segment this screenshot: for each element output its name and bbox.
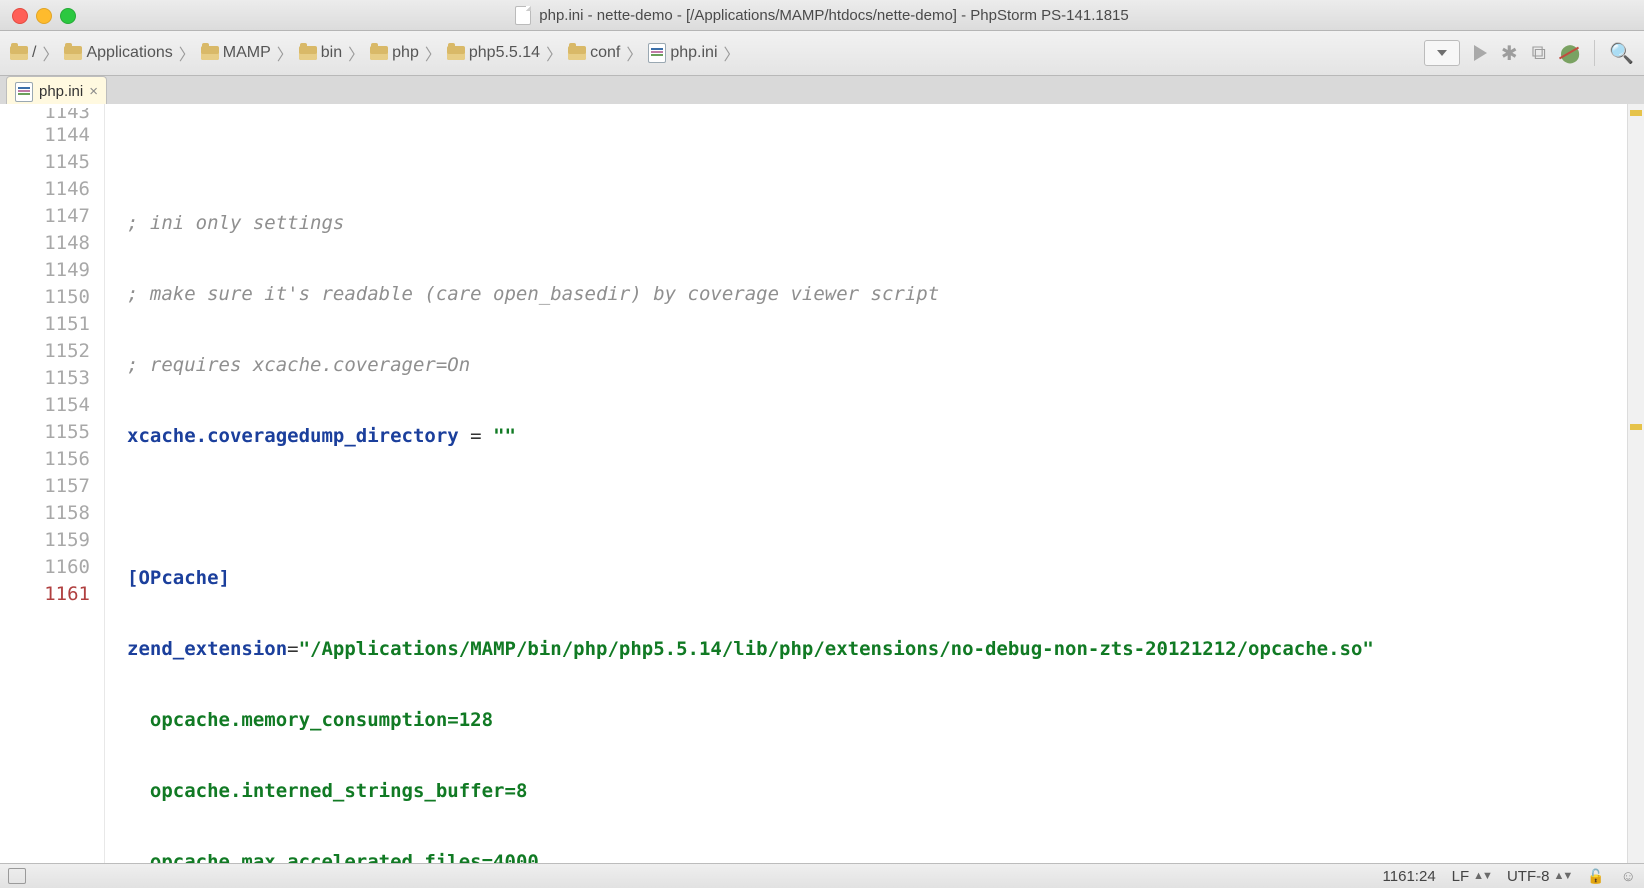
folder-icon <box>370 46 388 60</box>
line-number: 1154 <box>0 392 90 419</box>
code-line: [OPcache] <box>127 565 1644 592</box>
toolbar-actions: ✱ ⧉ ⬤ 🔍 <box>1424 40 1634 66</box>
breadcrumb-label: MAMP <box>223 44 271 62</box>
folder-icon <box>201 46 219 60</box>
line-number: 1150 <box>0 284 90 311</box>
line-number: 1149 <box>0 257 90 284</box>
caret-position[interactable]: 1161:24 <box>1383 868 1436 885</box>
line-number: 1153 <box>0 365 90 392</box>
debug-button[interactable]: ✱ <box>1501 41 1518 66</box>
zoom-window-button[interactable] <box>60 8 76 24</box>
line-number: 1159 <box>0 527 90 554</box>
chevron-right-icon: 〉 <box>179 41 195 65</box>
line-number: 1144 <box>0 122 90 149</box>
editor-tabs: php.ini × <box>0 76 1644 107</box>
breadcrumb-label: php5.5.14 <box>469 44 540 62</box>
editor-tab-phpini[interactable]: php.ini × <box>6 76 107 106</box>
chevron-right-icon: 〉 <box>425 41 441 65</box>
breadcrumb-label: bin <box>321 44 342 62</box>
breadcrumb-label: conf <box>590 44 620 62</box>
breadcrumb-label: php.ini <box>670 44 717 62</box>
run-button[interactable] <box>1474 45 1487 61</box>
listen-debug-button[interactable]: ⬤ <box>1560 43 1580 64</box>
chevron-down-icon <box>1437 50 1447 56</box>
minimize-window-button[interactable] <box>36 8 52 24</box>
breadcrumb-label: / <box>32 44 36 62</box>
ini-file-icon <box>15 82 33 102</box>
code-line: opcache.interned_strings_buffer=8 <box>127 778 1644 805</box>
separator <box>1594 40 1595 66</box>
line-number: 1152 <box>0 338 90 365</box>
breadcrumb-file[interactable]: php.ini <box>648 43 717 63</box>
breadcrumb-3[interactable]: bin <box>299 44 342 62</box>
line-number: 1148 <box>0 230 90 257</box>
line-number: 1147 <box>0 203 90 230</box>
run-config-selector[interactable] <box>1424 40 1460 66</box>
breadcrumb-1[interactable]: Applications <box>64 44 172 62</box>
navigation-toolbar: / 〉 Applications 〉 MAMP 〉 bin 〉 php 〉 ph… <box>0 31 1644 76</box>
folder-icon <box>299 46 317 60</box>
chevron-right-icon: 〉 <box>724 41 740 65</box>
folder-icon <box>447 46 465 60</box>
line-number: 1145 <box>0 149 90 176</box>
line-separator-selector[interactable]: LF▲▼ <box>1452 868 1491 885</box>
code-content[interactable]: ; ini only settings ; make sure it's rea… <box>105 104 1644 864</box>
breadcrumb-label: Applications <box>86 44 172 62</box>
breadcrumb-label: php <box>392 44 419 62</box>
breadcrumb-6[interactable]: conf <box>568 44 620 62</box>
breadcrumb-2[interactable]: MAMP <box>201 44 271 62</box>
folder-icon <box>64 46 82 60</box>
breadcrumb-5[interactable]: php5.5.14 <box>447 44 540 62</box>
code-line: ; make sure it's readable (care open_bas… <box>127 281 1644 308</box>
code-line: ; requires xcache.coverager=On <box>127 352 1644 379</box>
chevron-right-icon: 〉 <box>626 41 642 65</box>
line-number: 1155 <box>0 419 90 446</box>
line-number: 1156 <box>0 446 90 473</box>
search-everywhere-button[interactable]: 🔍 <box>1609 41 1634 66</box>
warning-marker[interactable] <box>1630 110 1642 116</box>
line-number: 1143 <box>0 108 90 122</box>
readonly-toggle[interactable]: 🔓 <box>1587 868 1604 885</box>
traffic-lights <box>12 8 76 24</box>
encoding-selector[interactable]: UTF-8▲▼ <box>1507 868 1571 885</box>
code-line: opcache.memory_consumption=128 <box>127 707 1644 734</box>
line-number: 1161 <box>0 581 90 608</box>
toolwindow-toggle-button[interactable] <box>8 868 26 884</box>
warning-marker[interactable] <box>1630 424 1642 430</box>
code-line <box>127 152 1644 166</box>
close-window-button[interactable] <box>12 8 28 24</box>
line-number: 1160 <box>0 554 90 581</box>
breadcrumb: / 〉 Applications 〉 MAMP 〉 bin 〉 php 〉 ph… <box>10 41 1424 65</box>
code-line: opcache.max_accelerated_files=4000 <box>127 849 1644 864</box>
folder-icon <box>10 46 28 60</box>
editor-tab-label: php.ini <box>39 83 83 100</box>
error-stripe[interactable] <box>1627 104 1644 864</box>
chevron-right-icon: 〉 <box>277 41 293 65</box>
breadcrumb-root[interactable]: / <box>10 44 36 62</box>
line-number: 1157 <box>0 473 90 500</box>
chevron-right-icon: 〉 <box>546 41 562 65</box>
folder-icon <box>568 46 586 60</box>
code-editor[interactable]: 1143 1144 1145 1146 1147 1148 1149 1150 … <box>0 104 1644 864</box>
breadcrumb-4[interactable]: php <box>370 44 419 62</box>
status-bar: 1161:24 LF▲▼ UTF-8▲▼ 🔓 ☺ <box>0 863 1644 888</box>
close-tab-button[interactable]: × <box>89 83 98 100</box>
hector-icon[interactable]: ☺ <box>1621 868 1636 885</box>
run-coverage-button[interactable]: ⧉ <box>1532 42 1546 65</box>
chevron-right-icon: 〉 <box>348 41 364 65</box>
line-number: 1158 <box>0 500 90 527</box>
chevron-right-icon: 〉 <box>42 41 58 65</box>
code-line <box>127 494 1644 521</box>
code-line: xcache.coveragedump_directory = "" <box>127 423 1644 450</box>
line-gutter: 1143 1144 1145 1146 1147 1148 1149 1150 … <box>0 104 105 864</box>
file-icon <box>515 6 531 25</box>
window-title: php.ini - nette-demo - [/Applications/MA… <box>539 7 1128 24</box>
code-line: ; ini only settings <box>127 210 1644 237</box>
window-titlebar: php.ini - nette-demo - [/Applications/MA… <box>0 0 1644 31</box>
line-number: 1151 <box>0 311 90 338</box>
line-number: 1146 <box>0 176 90 203</box>
ini-file-icon <box>648 43 666 63</box>
code-line: zend_extension="/Applications/MAMP/bin/p… <box>127 636 1644 663</box>
